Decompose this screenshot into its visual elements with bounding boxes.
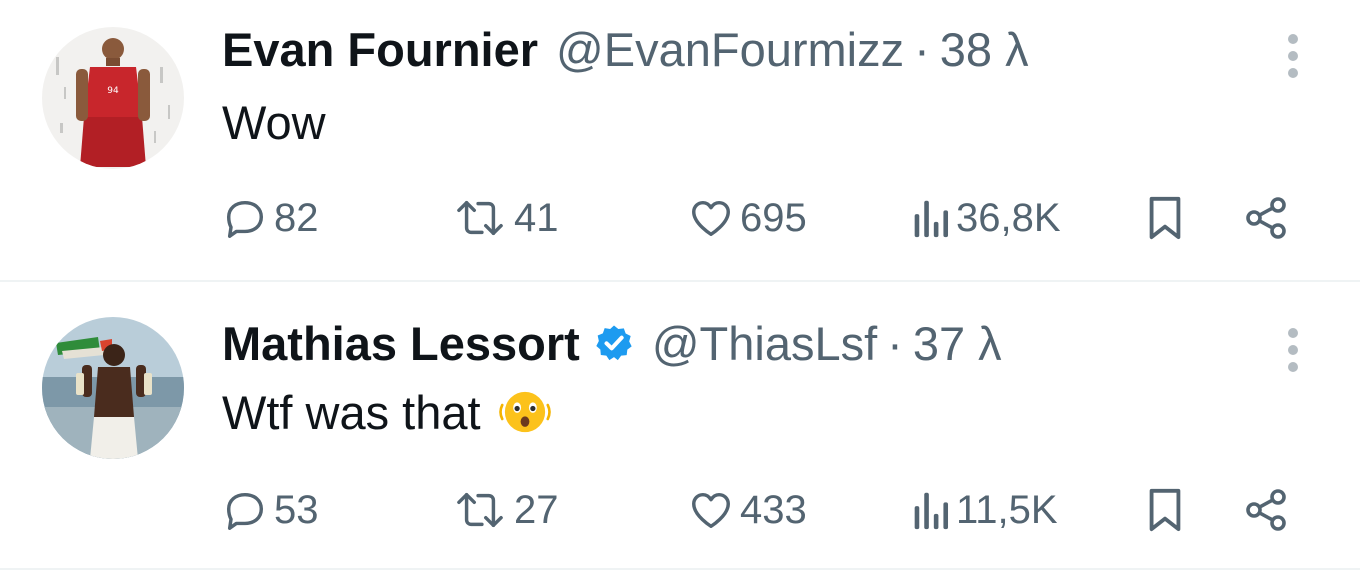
tweet-header: Evan Fournier @EvanFourmizz · 38 λ (222, 18, 1029, 80)
views-button[interactable]: 11,5K (910, 480, 1058, 540)
timestamp[interactable]: 38 λ (940, 22, 1029, 77)
more-icon[interactable] (1286, 328, 1300, 372)
tweet[interactable]: Mathias Lessort @ThiasLsf · 37 λ Wtf was… (0, 282, 1360, 564)
retweet-icon (457, 200, 503, 236)
like-count: 433 (740, 487, 807, 532)
author-handle[interactable]: @ThiasLsf (652, 316, 877, 371)
reply-button[interactable]: 53 (222, 480, 319, 540)
tweet-text-content: Wtf was that (222, 385, 481, 439)
retweet-button[interactable]: 41 (452, 188, 559, 248)
reply-icon (226, 200, 264, 238)
views-count: 36,8K (956, 195, 1061, 240)
share-button[interactable] (1242, 480, 1290, 540)
bookmark-button[interactable] (1142, 188, 1188, 248)
views-icon (914, 200, 949, 238)
tweet-text: Wow (222, 92, 326, 152)
like-icon (692, 200, 730, 237)
verified-badge-icon[interactable] (594, 323, 634, 363)
like-button[interactable]: 433 (688, 480, 807, 540)
divider (0, 568, 1360, 570)
retweet-count: 27 (514, 487, 559, 532)
share-button[interactable] (1242, 188, 1290, 248)
action-bar: 82 41 695 36,8K (0, 188, 1360, 248)
more-icon[interactable] (1286, 34, 1300, 78)
tweet-text: Wtf was that (222, 380, 553, 444)
astonished-face-emoji-icon (498, 391, 551, 433)
action-bar: 53 27 433 11,5K (0, 480, 1360, 540)
views-icon (914, 492, 949, 530)
bookmark-icon (1149, 196, 1181, 240)
svg-text:94: 94 (107, 86, 119, 96)
views-count: 11,5K (956, 487, 1058, 532)
tweet-text-content: Wow (222, 95, 326, 149)
separator-dot: · (887, 316, 903, 370)
tweet[interactable]: 94 Evan Fournier @EvanFourmizz · 38 λ Wo… (0, 0, 1360, 282)
views-button[interactable]: 36,8K (910, 188, 1061, 248)
like-button[interactable]: 695 (688, 188, 807, 248)
retweet-icon (457, 492, 503, 528)
share-icon (1246, 197, 1286, 239)
author-name[interactable]: Evan Fournier (222, 22, 538, 77)
like-count: 695 (740, 195, 807, 240)
author-name[interactable]: Mathias Lessort (222, 316, 580, 371)
author-handle[interactable]: @EvanFourmizz (556, 22, 904, 77)
tweet-header: Mathias Lessort @ThiasLsf · 37 λ (222, 312, 1002, 374)
reply-button[interactable]: 82 (222, 188, 319, 248)
like-icon (692, 492, 730, 529)
avatar[interactable] (42, 317, 184, 459)
bookmark-button[interactable] (1142, 480, 1188, 540)
timestamp[interactable]: 37 λ (913, 316, 1002, 371)
share-icon (1246, 489, 1286, 531)
separator-dot: · (914, 22, 930, 76)
reply-icon (226, 492, 264, 530)
retweet-button[interactable]: 27 (452, 480, 559, 540)
avatar[interactable]: 94 (42, 27, 184, 169)
reply-count: 82 (274, 195, 319, 240)
reply-count: 53 (274, 487, 319, 532)
retweet-count: 41 (514, 195, 559, 240)
bookmark-icon (1149, 488, 1181, 532)
